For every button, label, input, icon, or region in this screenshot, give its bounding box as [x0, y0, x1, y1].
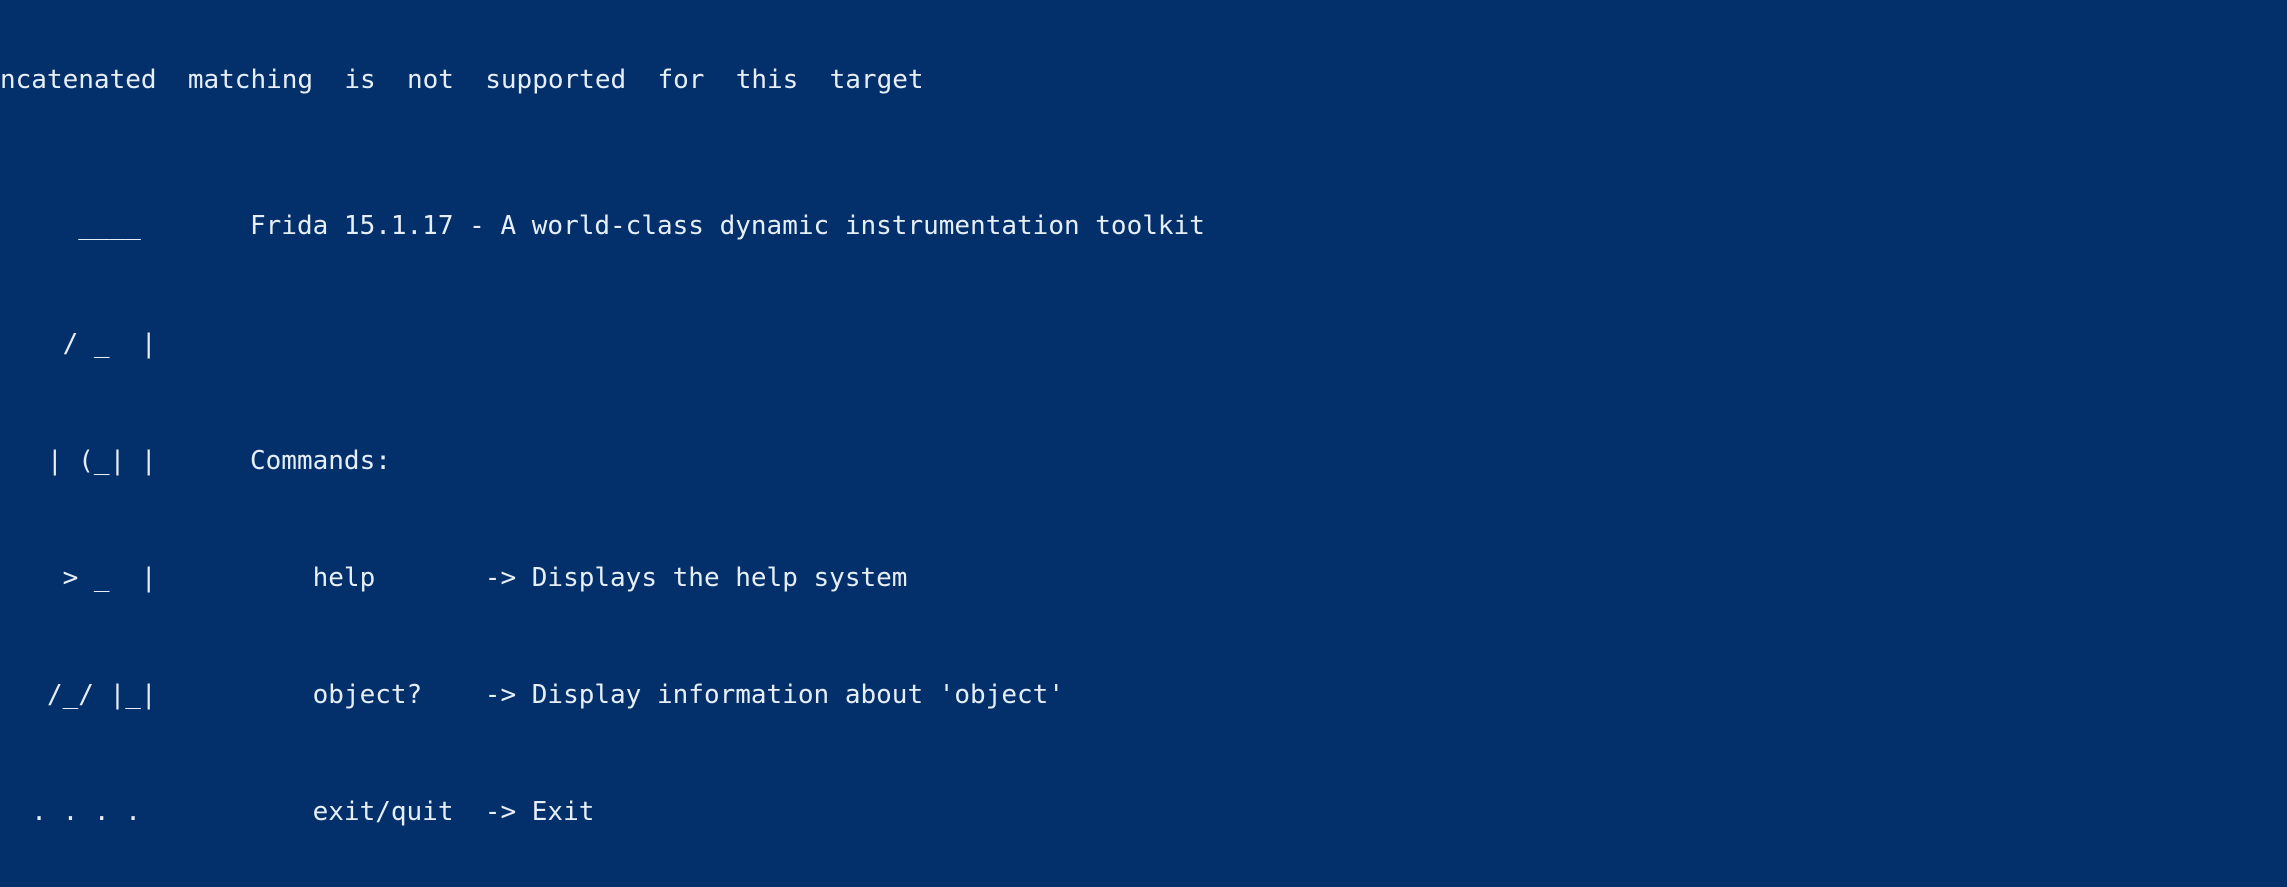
- clipped-top-line: ncatenated matching is not supported for…: [0, 65, 924, 95]
- command-object: object? -> Display information about 'ob…: [250, 680, 1064, 711]
- frida-ascii-art-line: . . . .: [0, 797, 141, 828]
- banner-line: | (_| | Commands:: [0, 445, 2287, 476]
- banner-line: / _ |: [0, 328, 2287, 359]
- frida-ascii-art-line: /_/ |_|: [0, 680, 157, 711]
- banner-line: ____ Frida 15.1.17 - A world-class dynami…: [0, 211, 2287, 242]
- terminal-screen: ncatenated matching is not supported for…: [0, 0, 2287, 887]
- frida-ascii-art-line: > _ |: [0, 562, 157, 593]
- banner-version: Frida 15.1.17 - A world-class dynamic in…: [250, 211, 1205, 242]
- terminal-window[interactable]: ncatenated matching is not supported for…: [0, 0, 2287, 887]
- command-help: help -> Displays the help system: [250, 562, 908, 593]
- frida-ascii-art-line: ____: [0, 211, 141, 242]
- frida-ascii-art-line: | (_| |: [0, 445, 157, 476]
- banner-line: > _ | help -> Displays the help system: [0, 562, 2287, 593]
- commands-heading: Commands:: [250, 445, 391, 476]
- frida-ascii-art-line: / _ |: [0, 328, 157, 359]
- command-exit: exit/quit -> Exit: [250, 797, 595, 828]
- banner-line: /_/ |_| object? -> Display information a…: [0, 680, 2287, 711]
- banner-line: . . . . exit/quit -> Exit: [0, 797, 2287, 828]
